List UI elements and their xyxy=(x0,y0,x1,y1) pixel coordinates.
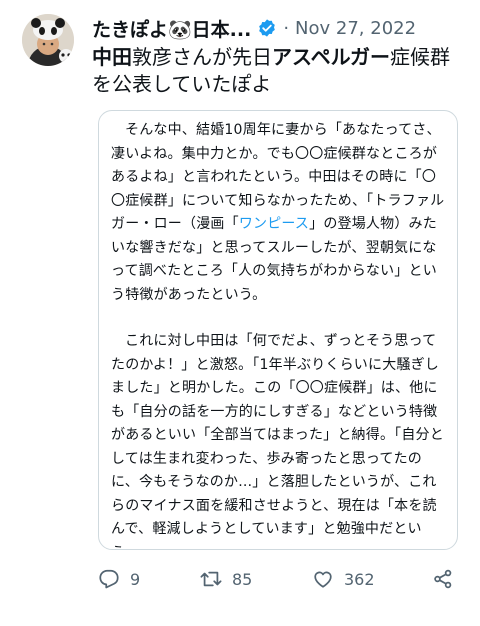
quote-paragraph-1: そんな中、結婚10周年に妻から「あなたってさ、凄いよね。集中力とか。でも〇〇症候… xyxy=(111,119,447,307)
quote-link-onepiece: ワンピース xyxy=(238,216,310,232)
reply-icon xyxy=(99,569,119,589)
share-button[interactable] xyxy=(432,568,464,590)
share-icon xyxy=(434,569,452,589)
quote-paragraph-2: これに対し中田は「何でだよ、ずっとそう思ってたのかよ！」と激怒。「1年半ぶりくら… xyxy=(111,333,444,549)
separator-dot: · xyxy=(283,17,290,39)
tweet-date[interactable]: Nov 27, 2022 xyxy=(295,18,416,39)
verified-badge-icon xyxy=(259,19,276,37)
avatar-image xyxy=(22,14,74,66)
quoted-text-image[interactable]: そんな中、結婚10周年に妻から「あなたってさ、凄いよね。集中力とか。でも〇〇症候… xyxy=(98,110,458,550)
like-icon xyxy=(314,571,332,588)
display-name[interactable]: たきぽよ🐼日本... xyxy=(92,15,251,42)
retweet-button[interactable]: 85 xyxy=(200,568,252,590)
tweet-text: 中田敦彦さんが先日アスペルガー症候群を公表していたぽよ xyxy=(92,44,462,98)
like-count: 362 xyxy=(344,569,375,589)
tweet-text-part-2: 敦彦さんが先日 xyxy=(132,45,272,69)
avatar[interactable] xyxy=(22,14,74,66)
reply-button[interactable]: 9 xyxy=(98,568,170,590)
retweet-icon xyxy=(200,571,222,587)
reply-count: 9 xyxy=(130,569,141,589)
like-button[interactable]: 362 xyxy=(312,568,375,590)
tweet-header: たきぽよ🐼日本... · Nov 27, 2022 xyxy=(92,14,472,42)
retweet-count: 85 xyxy=(232,569,253,589)
tweet-text-bold-1: 中田 xyxy=(92,45,132,69)
action-bar: 9 85 362 xyxy=(98,564,468,594)
tweet-text-bold-2: アスペルガー xyxy=(272,45,390,69)
